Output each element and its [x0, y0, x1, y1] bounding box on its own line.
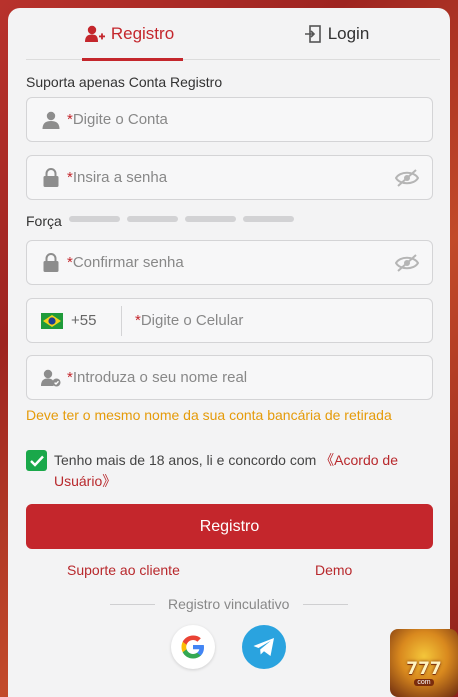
active-tab-indicator [82, 58, 183, 61]
eye-off-icon[interactable] [394, 253, 420, 273]
strength-bar [185, 216, 236, 222]
agree-checkbox[interactable] [26, 450, 47, 471]
divider-line [303, 604, 348, 605]
tab-login-label: Login [327, 24, 370, 43]
promo-domain-text: com [414, 678, 434, 686]
promo-brand-text: 777 [406, 658, 442, 679]
verified-user-icon [41, 368, 61, 388]
password-placeholder: *Insira a senha [67, 169, 168, 186]
check-icon [29, 455, 44, 467]
tab-login[interactable]: Login [233, 8, 440, 60]
tab-register[interactable]: Registro [26, 8, 233, 61]
phone-country-code[interactable]: +55 [71, 312, 121, 329]
customer-support-link[interactable]: Suporte ao cliente [67, 562, 180, 578]
eye-off-icon[interactable] [394, 168, 420, 188]
login-door-icon [304, 25, 321, 43]
lock-icon [41, 168, 61, 188]
auth-tabs: Registro Login [26, 8, 440, 61]
demo-link[interactable]: Demo [315, 562, 352, 578]
tab-register-label: Registro [110, 24, 175, 43]
brazil-flag-icon[interactable] [41, 312, 63, 329]
divider-label: Registro vinculativo [168, 596, 290, 612]
phone-separator [121, 305, 122, 336]
user-icon [41, 110, 61, 130]
confirm-password-field[interactable]: *Confirmar senha [26, 240, 433, 285]
account-placeholder: *Digite o Conta [67, 111, 168, 128]
strength-label: Força [26, 213, 62, 229]
real-name-placeholder: *Introduza o seu nome real [67, 369, 248, 386]
promo-777-badge[interactable]: 777 com [390, 629, 458, 697]
register-button[interactable]: Registro [26, 504, 433, 549]
strength-bar [69, 216, 120, 222]
name-warning: Deve ter o mesmo nome da sua conta bancá… [26, 407, 392, 423]
confirm-placeholder: *Confirmar senha [67, 254, 184, 271]
telegram-login-button[interactable] [242, 625, 286, 669]
support-note: Suporta apenas Conta Registro [26, 74, 223, 90]
strength-bar [243, 216, 294, 222]
google-icon [181, 635, 204, 659]
register-card: Registro Login Suporta apenas Conta Regi… [8, 8, 450, 697]
divider-line [110, 604, 155, 605]
password-field[interactable]: *Insira a senha [26, 155, 433, 200]
telegram-icon [253, 638, 274, 656]
google-login-button[interactable] [171, 625, 215, 669]
lock-icon [41, 253, 61, 273]
real-name-field[interactable]: *Introduza o seu nome real [26, 355, 433, 400]
add-user-icon [84, 25, 105, 42]
account-field[interactable]: *Digite o Conta [26, 97, 433, 142]
phone-placeholder: *Digite o Celular [135, 312, 244, 329]
strength-bar [127, 216, 178, 222]
phone-field[interactable]: +55 *Digite o Celular [26, 298, 433, 343]
agreement-text: Tenho mais de 18 anos, li e concordo com… [54, 452, 398, 489]
